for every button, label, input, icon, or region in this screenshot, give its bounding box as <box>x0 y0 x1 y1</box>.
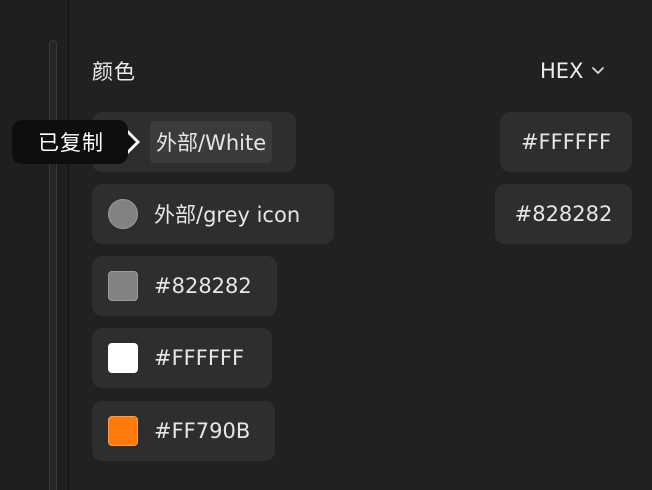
color-chip-ffffff[interactable]: #FFFFFF <box>92 328 272 388</box>
style-value-chip-grey-icon[interactable]: #828282 <box>495 184 632 244</box>
color-chip-828282[interactable]: #828282 <box>92 256 277 316</box>
hex-value: #828282 <box>514 202 613 226</box>
color-swatch-icon <box>108 416 138 446</box>
chevron-down-icon <box>591 66 605 76</box>
tooltip-arrow <box>126 132 136 152</box>
left-rail <box>0 0 69 490</box>
hex-value: #FFFFFF <box>520 130 612 154</box>
color-format-dropdown[interactable]: HEX <box>540 56 605 86</box>
color-format-value: HEX <box>540 59 584 83</box>
copied-tooltip: 已复制 <box>12 120 128 164</box>
color-swatch-icon <box>108 271 138 301</box>
color-swatch-icon <box>108 199 138 229</box>
style-name: 外部/grey icon <box>154 203 301 227</box>
color-swatch-icon <box>108 343 138 373</box>
hex-value: #FF790B <box>154 419 251 443</box>
section-title: 颜色 <box>92 60 136 84</box>
color-panel: 颜色 HEX 外部/White #FFFFFF 外部/grey icon #82… <box>0 0 652 490</box>
hex-value: #828282 <box>154 274 252 298</box>
style-value-chip-white[interactable]: #FFFFFF <box>500 112 632 172</box>
vertical-scrollbar[interactable] <box>49 40 57 490</box>
style-name[interactable]: 外部/White <box>150 121 273 163</box>
color-chip-ff790b[interactable]: #FF790B <box>92 401 275 461</box>
tooltip-text: 已复制 <box>38 131 104 155</box>
hex-value: #FFFFFF <box>154 346 245 370</box>
style-chip-grey-icon[interactable]: 外部/grey icon <box>92 184 334 244</box>
